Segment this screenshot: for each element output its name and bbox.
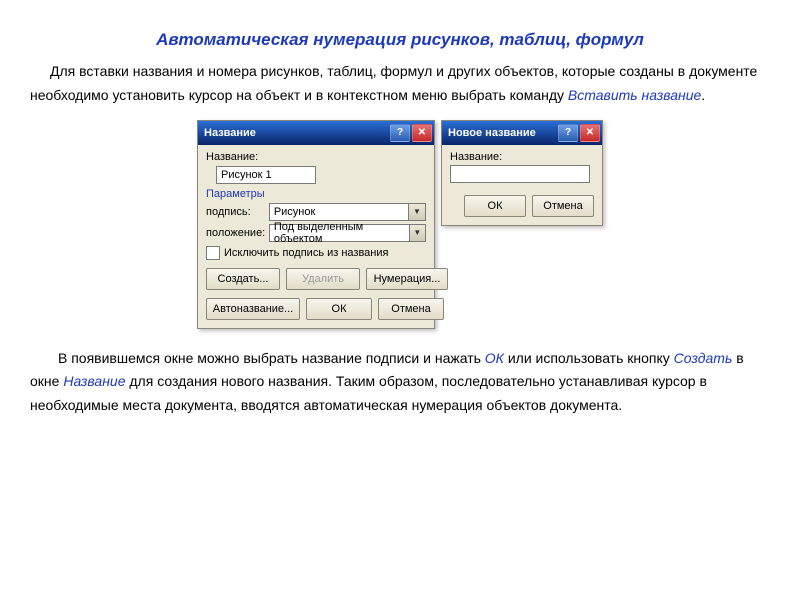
para1-text-b: .	[701, 87, 705, 103]
para2-a: В появившемся окне можно выбрать названи…	[58, 350, 485, 366]
ok-button[interactable]: ОК	[306, 298, 372, 320]
caption-dialog: Название ? ✕ Название: Параметры подпись…	[197, 120, 435, 329]
numbering-button[interactable]: Нумерация...	[366, 268, 448, 290]
close-icon[interactable]: ✕	[580, 124, 600, 142]
dialogs-illustration: Название ? ✕ Название: Параметры подпись…	[30, 120, 770, 329]
exclude-caption-label: Исключить подпись из названия	[224, 247, 388, 259]
parameters-label: Параметры	[206, 188, 426, 200]
new-caption-dialog-title: Новое название	[448, 127, 536, 139]
new-caption-dialog-titlebar: Новое название ? ✕	[442, 121, 602, 145]
insert-caption-command: Вставить название	[568, 87, 701, 103]
name-window-text: Название	[63, 373, 125, 389]
create-button[interactable]: Создать...	[206, 268, 280, 290]
new-caption-dialog: Новое название ? ✕ Название: ОК Отмена	[441, 120, 603, 226]
caption-name-input[interactable]	[216, 166, 316, 184]
new-caption-input[interactable]	[450, 165, 590, 183]
outro-paragraph: В появившемся окне можно выбрать названи…	[30, 347, 770, 418]
delete-button: Удалить	[286, 268, 360, 290]
exclude-caption-checkbox[interactable]	[206, 246, 220, 260]
position-label: положение:	[206, 227, 269, 239]
chevron-down-icon: ▼	[409, 225, 425, 241]
caption-type-select[interactable]: Рисунок ▼	[269, 203, 426, 221]
close-icon[interactable]: ✕	[412, 124, 432, 142]
caption-dialog-title: Название	[204, 127, 256, 139]
cancel-button[interactable]: Отмена	[532, 195, 594, 217]
chevron-down-icon: ▼	[408, 204, 425, 220]
help-icon[interactable]: ?	[558, 124, 578, 142]
create-text: Создать	[674, 350, 733, 366]
position-select[interactable]: Под выделенным объектом ▼	[269, 224, 426, 242]
para2-b: или использовать кнопку	[504, 350, 674, 366]
ok-text: ОК	[485, 350, 504, 366]
cancel-button[interactable]: Отмена	[378, 298, 444, 320]
caption-type-value: Рисунок	[274, 206, 316, 218]
autoname-button[interactable]: Автоназвание...	[206, 298, 300, 320]
page-title: Автоматическая нумерация рисунков, табли…	[30, 30, 770, 50]
name-label: Название:	[206, 151, 426, 163]
caption-type-label: подпись:	[206, 206, 269, 218]
ok-button[interactable]: ОК	[464, 195, 526, 217]
position-value: Под выделенным объектом	[274, 221, 409, 245]
intro-paragraph: Для вставки названия и номера рисунков, …	[30, 60, 770, 108]
caption-dialog-titlebar: Название ? ✕	[198, 121, 434, 145]
para2-d: для создания нового названия. Таким обра…	[30, 373, 707, 413]
new-name-label: Название:	[450, 151, 594, 163]
help-icon[interactable]: ?	[390, 124, 410, 142]
